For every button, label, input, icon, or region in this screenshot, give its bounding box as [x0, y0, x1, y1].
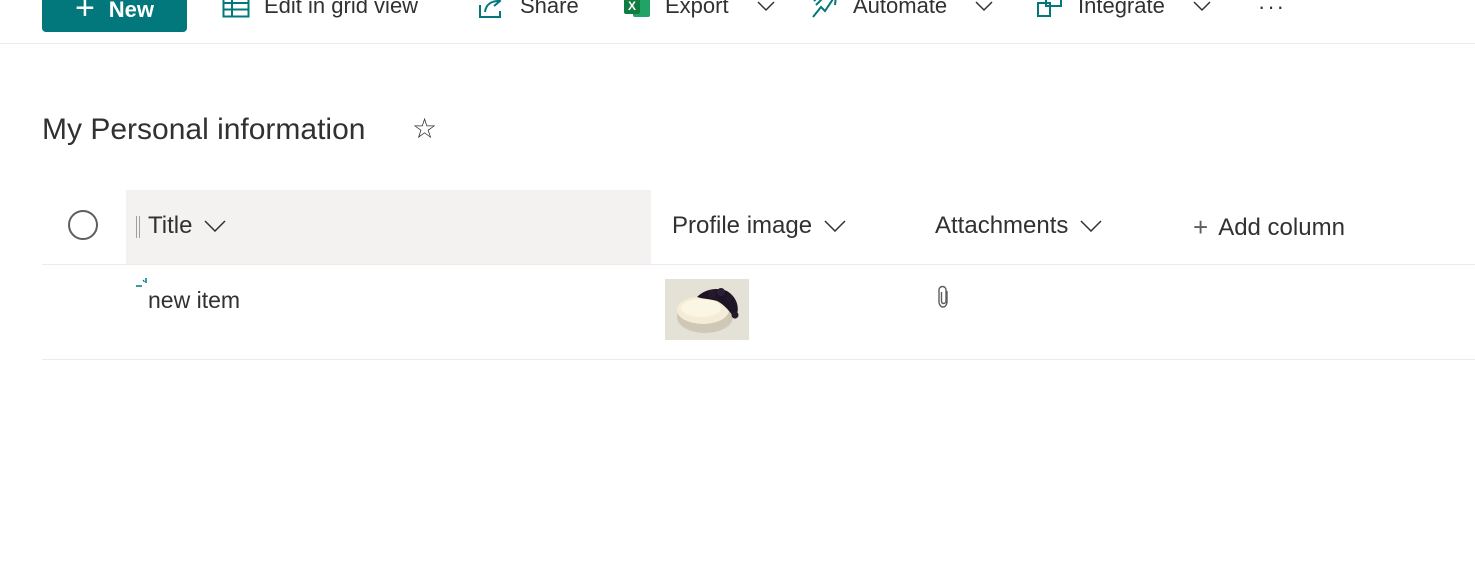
export-button[interactable]: X Export [623, 0, 775, 22]
page-title: My Personal information [42, 113, 366, 146]
new-button-label: New [108, 0, 155, 22]
chevron-down-icon [975, 1, 993, 12]
automate-button[interactable]: Automate [811, 0, 993, 22]
share-button[interactable]: Share [478, 0, 579, 22]
svg-text:X: X [628, 0, 636, 13]
column-header-title[interactable]: Title [148, 212, 226, 240]
chevron-down-icon [204, 220, 226, 232]
column-header-label: Title [148, 212, 193, 239]
automate-label: Automate [853, 0, 948, 18]
share-icon [479, 0, 502, 18]
plus-icon: + [74, 0, 95, 27]
chevron-down-icon [824, 220, 846, 232]
excel-icon: X [624, 0, 650, 17]
integrate-icon [1037, 0, 1062, 17]
export-label: Export [665, 0, 729, 18]
command-bar: + New Edit in grid view Share X Export A… [0, 0, 1475, 44]
profile-image [665, 279, 749, 340]
automate-icon [812, 0, 837, 18]
plus-icon: + [1193, 212, 1209, 242]
more-icon[interactable]: ··· [1258, 0, 1286, 20]
column-header-label: Attachments [935, 212, 1069, 239]
chevron-down-icon [1080, 220, 1102, 232]
chevron-down-icon [1193, 1, 1211, 12]
star-icon[interactable]: ☆ [412, 112, 437, 145]
new-button[interactable]: + New [42, 0, 187, 32]
table-row[interactable]: new item [42, 265, 1475, 360]
add-column-label: Add column [1218, 213, 1345, 241]
paperclip-icon[interactable] [937, 285, 951, 309]
column-header-row: Title Profile image Attachments + Add co… [42, 190, 1475, 265]
integrate-label: Integrate [1078, 0, 1165, 18]
column-header-profile-image[interactable]: Profile image [672, 212, 846, 240]
add-column-button[interactable]: + Add column [1193, 212, 1345, 243]
column-header-label: Profile image [672, 212, 813, 239]
select-all-checkbox[interactable] [68, 210, 98, 240]
item-title-link[interactable]: new item [148, 287, 240, 314]
chevron-down-icon [757, 1, 775, 12]
column-resize-handle[interactable] [136, 216, 140, 238]
column-header-attachments[interactable]: Attachments [935, 212, 1102, 240]
profile-image-thumbnail[interactable] [665, 279, 749, 340]
edit-grid-view-label: Edit in grid view [264, 0, 419, 18]
grid-icon [222, 0, 250, 18]
edit-grid-view-button[interactable]: Edit in grid view [222, 0, 418, 22]
share-label: Share [520, 0, 579, 18]
integrate-button[interactable]: Integrate [1036, 0, 1211, 22]
